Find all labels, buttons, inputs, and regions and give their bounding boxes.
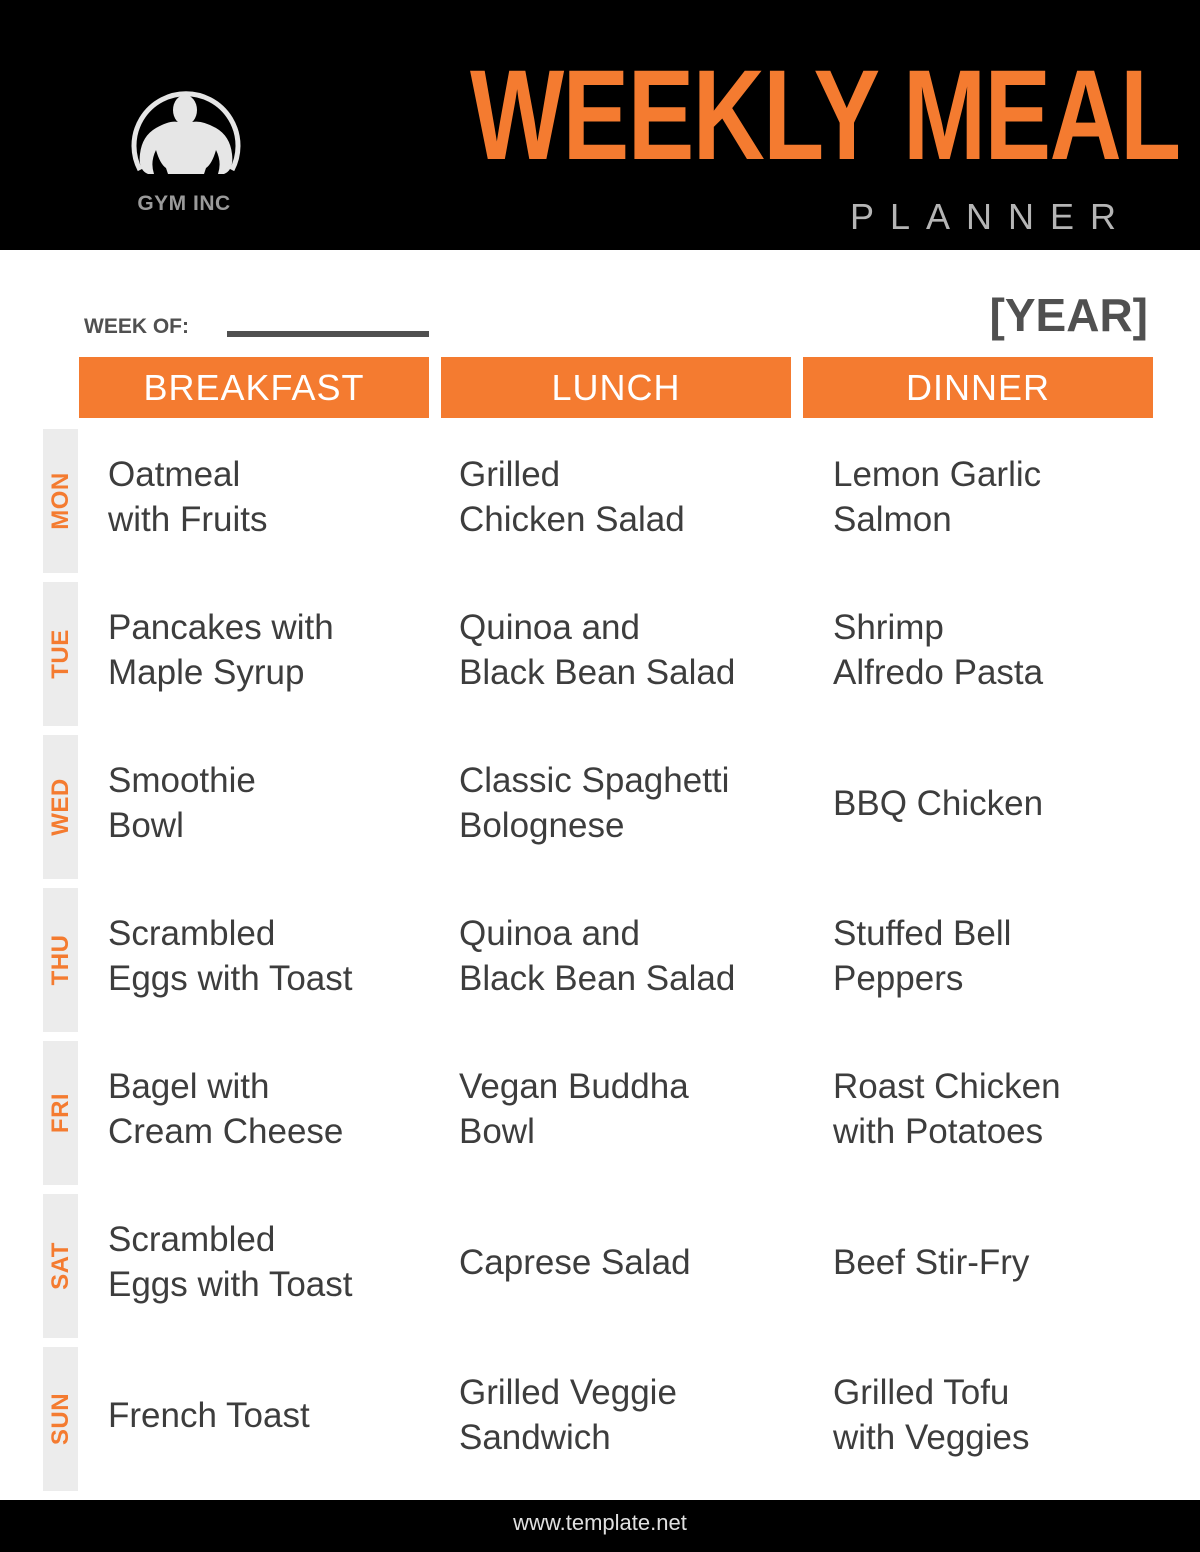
meal-text-line: with Veggies <box>833 1418 1030 1457</box>
day-label: SUN <box>46 1392 74 1446</box>
meal-text-line: Grilled <box>459 455 561 494</box>
meal-text-line: Classic Spaghetti <box>459 761 730 800</box>
meal-text-line: Maple Syrup <box>108 653 305 692</box>
day-tab-sun: SUN <box>43 1347 78 1491</box>
meal-cell-tue-dinner[interactable]: Shrimp Alfredo Pasta <box>833 605 1043 695</box>
day-tab-tue: TUE <box>43 582 78 726</box>
column-header-dinner: DINNER <box>803 357 1153 418</box>
day-tab-thu: THU <box>43 888 78 1032</box>
meal-text-line: French Toast <box>108 1395 310 1435</box>
week-of-input-line[interactable] <box>227 331 429 337</box>
meal-cell-mon-lunch[interactable]: Grilled Chicken Salad <box>459 452 685 542</box>
day-tab-wed: WED <box>43 735 78 879</box>
meal-cell-mon-breakfast[interactable]: Oatmeal with Fruits <box>108 452 267 542</box>
meal-text-line: Alfredo Pasta <box>833 653 1044 692</box>
day-label: FRI <box>46 1092 74 1134</box>
day-tab-fri: FRI <box>43 1041 78 1185</box>
meal-text-line: Scrambled <box>108 914 276 953</box>
meal-text-line: Chicken Salad <box>459 500 685 539</box>
day-tab-mon: MON <box>43 429 78 573</box>
meal-cell-thu-dinner[interactable]: Stuffed Bell Peppers <box>833 911 1011 1001</box>
week-of-label: WEEK OF: <box>84 315 189 338</box>
meal-cell-tue-breakfast[interactable]: Pancakes with Maple Syrup <box>108 605 334 695</box>
day-label: MON <box>46 472 74 530</box>
meal-cell-wed-breakfast[interactable]: Smoothie Bowl <box>108 758 256 848</box>
meal-text-line: Bowl <box>459 1112 535 1151</box>
day-label: SAT <box>46 1242 74 1290</box>
meal-cell-fri-dinner[interactable]: Roast Chicken with Potatoes <box>833 1064 1061 1154</box>
meal-text-line: Scrambled <box>108 1220 276 1259</box>
meal-cell-fri-lunch[interactable]: Vegan Buddha Bowl <box>459 1064 689 1154</box>
meal-text-line: Grilled Tofu <box>833 1373 1010 1412</box>
meal-text-line: Bolognese <box>459 806 625 845</box>
meal-text-line: Caprese Salad <box>459 1242 691 1282</box>
meal-cell-thu-lunch[interactable]: Quinoa and Black Bean Salad <box>459 911 735 1001</box>
meal-cell-sat-breakfast[interactable]: Scrambled Eggs with Toast <box>108 1217 353 1307</box>
meal-text-line: Salmon <box>833 500 952 539</box>
meal-text-line: Oatmeal <box>108 455 241 494</box>
bodybuilder-icon <box>131 91 241 174</box>
year-label: [YEAR] <box>989 289 1148 341</box>
meal-text-line: Lemon Garlic <box>833 455 1042 494</box>
meal-text-line: Eggs with Toast <box>108 1265 353 1304</box>
meal-cell-wed-lunch[interactable]: Classic Spaghetti Bolognese <box>459 758 729 848</box>
meal-text-line: Cream Cheese <box>108 1112 344 1151</box>
day-label: WED <box>46 778 74 836</box>
meal-text-line: Stuffed Bell <box>833 914 1012 953</box>
meal-cell-wed-dinner[interactable]: BBQ Chicken <box>833 781 1043 826</box>
page-subtitle: PLANNER <box>850 196 1133 237</box>
meal-text-line: Eggs with Toast <box>108 959 353 998</box>
brand-logo: GYM INC <box>110 68 260 228</box>
top-header: GYM INC WEEKLY MEAL PLANNER <box>0 0 1200 250</box>
meal-text-line: with Potatoes <box>833 1112 1044 1151</box>
meal-cell-tue-lunch[interactable]: Quinoa and Black Bean Salad <box>459 605 735 695</box>
meal-text-line: Quinoa and <box>459 608 640 647</box>
day-tab-sat: SAT <box>43 1194 78 1338</box>
meal-text-line: Peppers <box>833 959 964 998</box>
footer-url[interactable]: www.template.net <box>0 1510 1200 1536</box>
meal-cell-sun-breakfast[interactable]: French Toast <box>108 1393 310 1438</box>
column-header-lunch: LUNCH <box>441 357 791 418</box>
meal-text-line: Vegan Buddha <box>459 1067 689 1106</box>
meal-text-line: Smoothie <box>108 761 256 800</box>
meal-text-line: BBQ Chicken <box>833 783 1044 823</box>
meal-text-line: Beef Stir-Fry <box>833 1242 1030 1282</box>
day-label: TUE <box>46 629 74 679</box>
meal-text-line: Sandwich <box>459 1418 611 1457</box>
page-title: WEEKLY MEAL <box>470 44 1181 187</box>
meal-text-line: Bagel with <box>108 1067 270 1106</box>
footer: www.template.net <box>0 1500 1200 1552</box>
meal-cell-sat-lunch[interactable]: Caprese Salad <box>459 1240 691 1285</box>
brand-name: GYM INC <box>137 192 231 215</box>
meal-cell-thu-breakfast[interactable]: Scrambled Eggs with Toast <box>108 911 353 1001</box>
column-header-breakfast: BREAKFAST <box>79 357 429 418</box>
meal-text-line: Shrimp <box>833 608 944 647</box>
meal-cell-sun-dinner[interactable]: Grilled Tofu with Veggies <box>833 1370 1030 1460</box>
meal-text-line: Pancakes with <box>108 608 334 647</box>
meal-cell-fri-breakfast[interactable]: Bagel with Cream Cheese <box>108 1064 343 1154</box>
meal-text-line: Black Bean Salad <box>459 959 736 998</box>
meal-cell-mon-dinner[interactable]: Lemon Garlic Salmon <box>833 452 1041 542</box>
meal-text-line: Black Bean Salad <box>459 653 736 692</box>
meal-text-line: Bowl <box>108 806 184 845</box>
day-label: THU <box>46 934 74 986</box>
meal-text-line: Grilled Veggie <box>459 1373 677 1412</box>
meal-text-line: with Fruits <box>108 500 268 539</box>
meal-text-line: Roast Chicken <box>833 1067 1061 1106</box>
meal-cell-sat-dinner[interactable]: Beef Stir-Fry <box>833 1240 1029 1285</box>
meal-cell-sun-lunch[interactable]: Grilled Veggie Sandwich <box>459 1370 677 1460</box>
meal-text-line: Quinoa and <box>459 914 640 953</box>
